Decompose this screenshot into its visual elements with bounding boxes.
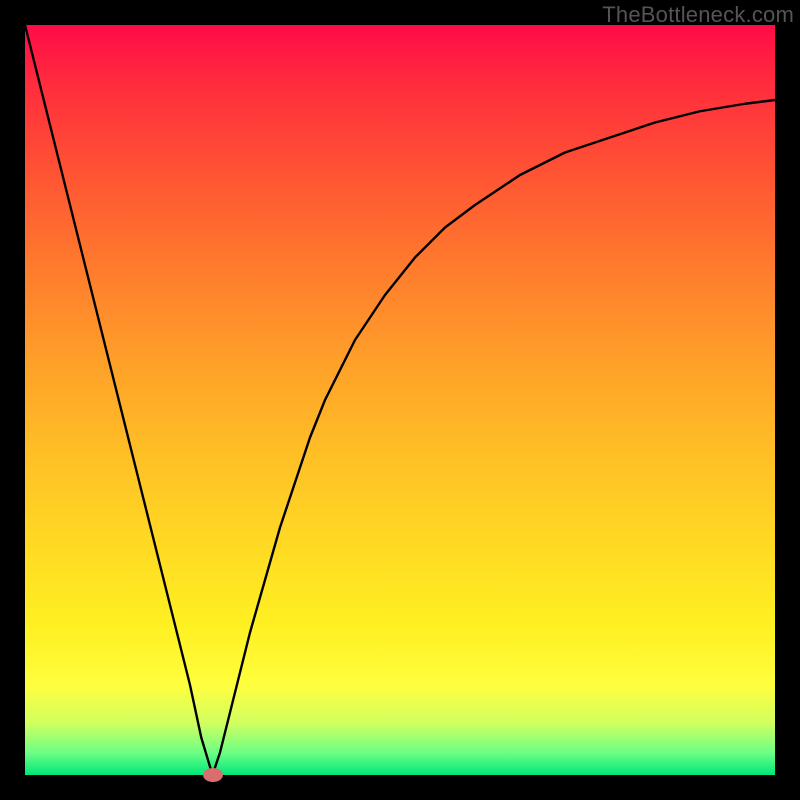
chart-frame: TheBottleneck.com bbox=[0, 0, 800, 800]
minimum-marker bbox=[203, 768, 223, 782]
bottleneck-curve bbox=[25, 25, 775, 775]
plot-area bbox=[25, 25, 775, 775]
